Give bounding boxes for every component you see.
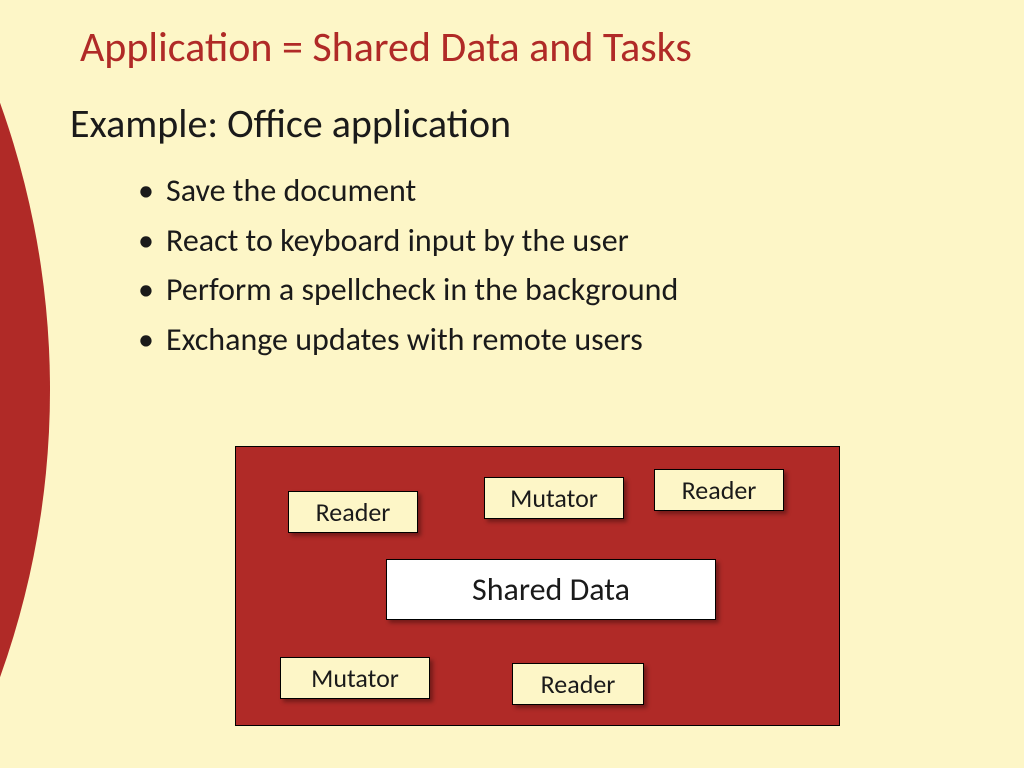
slide-content: Application = Shared Data and Tasks Exam… (80, 22, 1004, 364)
reader-box: Reader (654, 469, 784, 511)
bullet-list: Save the document React to keyboard inpu… (138, 166, 1004, 364)
bullet-item: Perform a spellcheck in the background (138, 265, 1004, 315)
bullet-item: Save the document (138, 166, 1004, 216)
mutator-box: Mutator (484, 477, 624, 519)
reader-box: Reader (512, 663, 644, 705)
slide-subtitle: Example: Office application (70, 99, 1004, 148)
shared-data-diagram: Reader Mutator Reader Shared Data Mutato… (235, 446, 840, 726)
shared-data-box: Shared Data (386, 559, 716, 620)
bullet-item: Exchange updates with remote users (138, 315, 1004, 365)
bullet-item: React to keyboard input by the user (138, 216, 1004, 266)
reader-box: Reader (288, 491, 418, 533)
mutator-box: Mutator (280, 657, 430, 699)
slide-title: Application = Shared Data and Tasks (80, 22, 1004, 73)
slide-arc-decoration (0, 0, 50, 768)
